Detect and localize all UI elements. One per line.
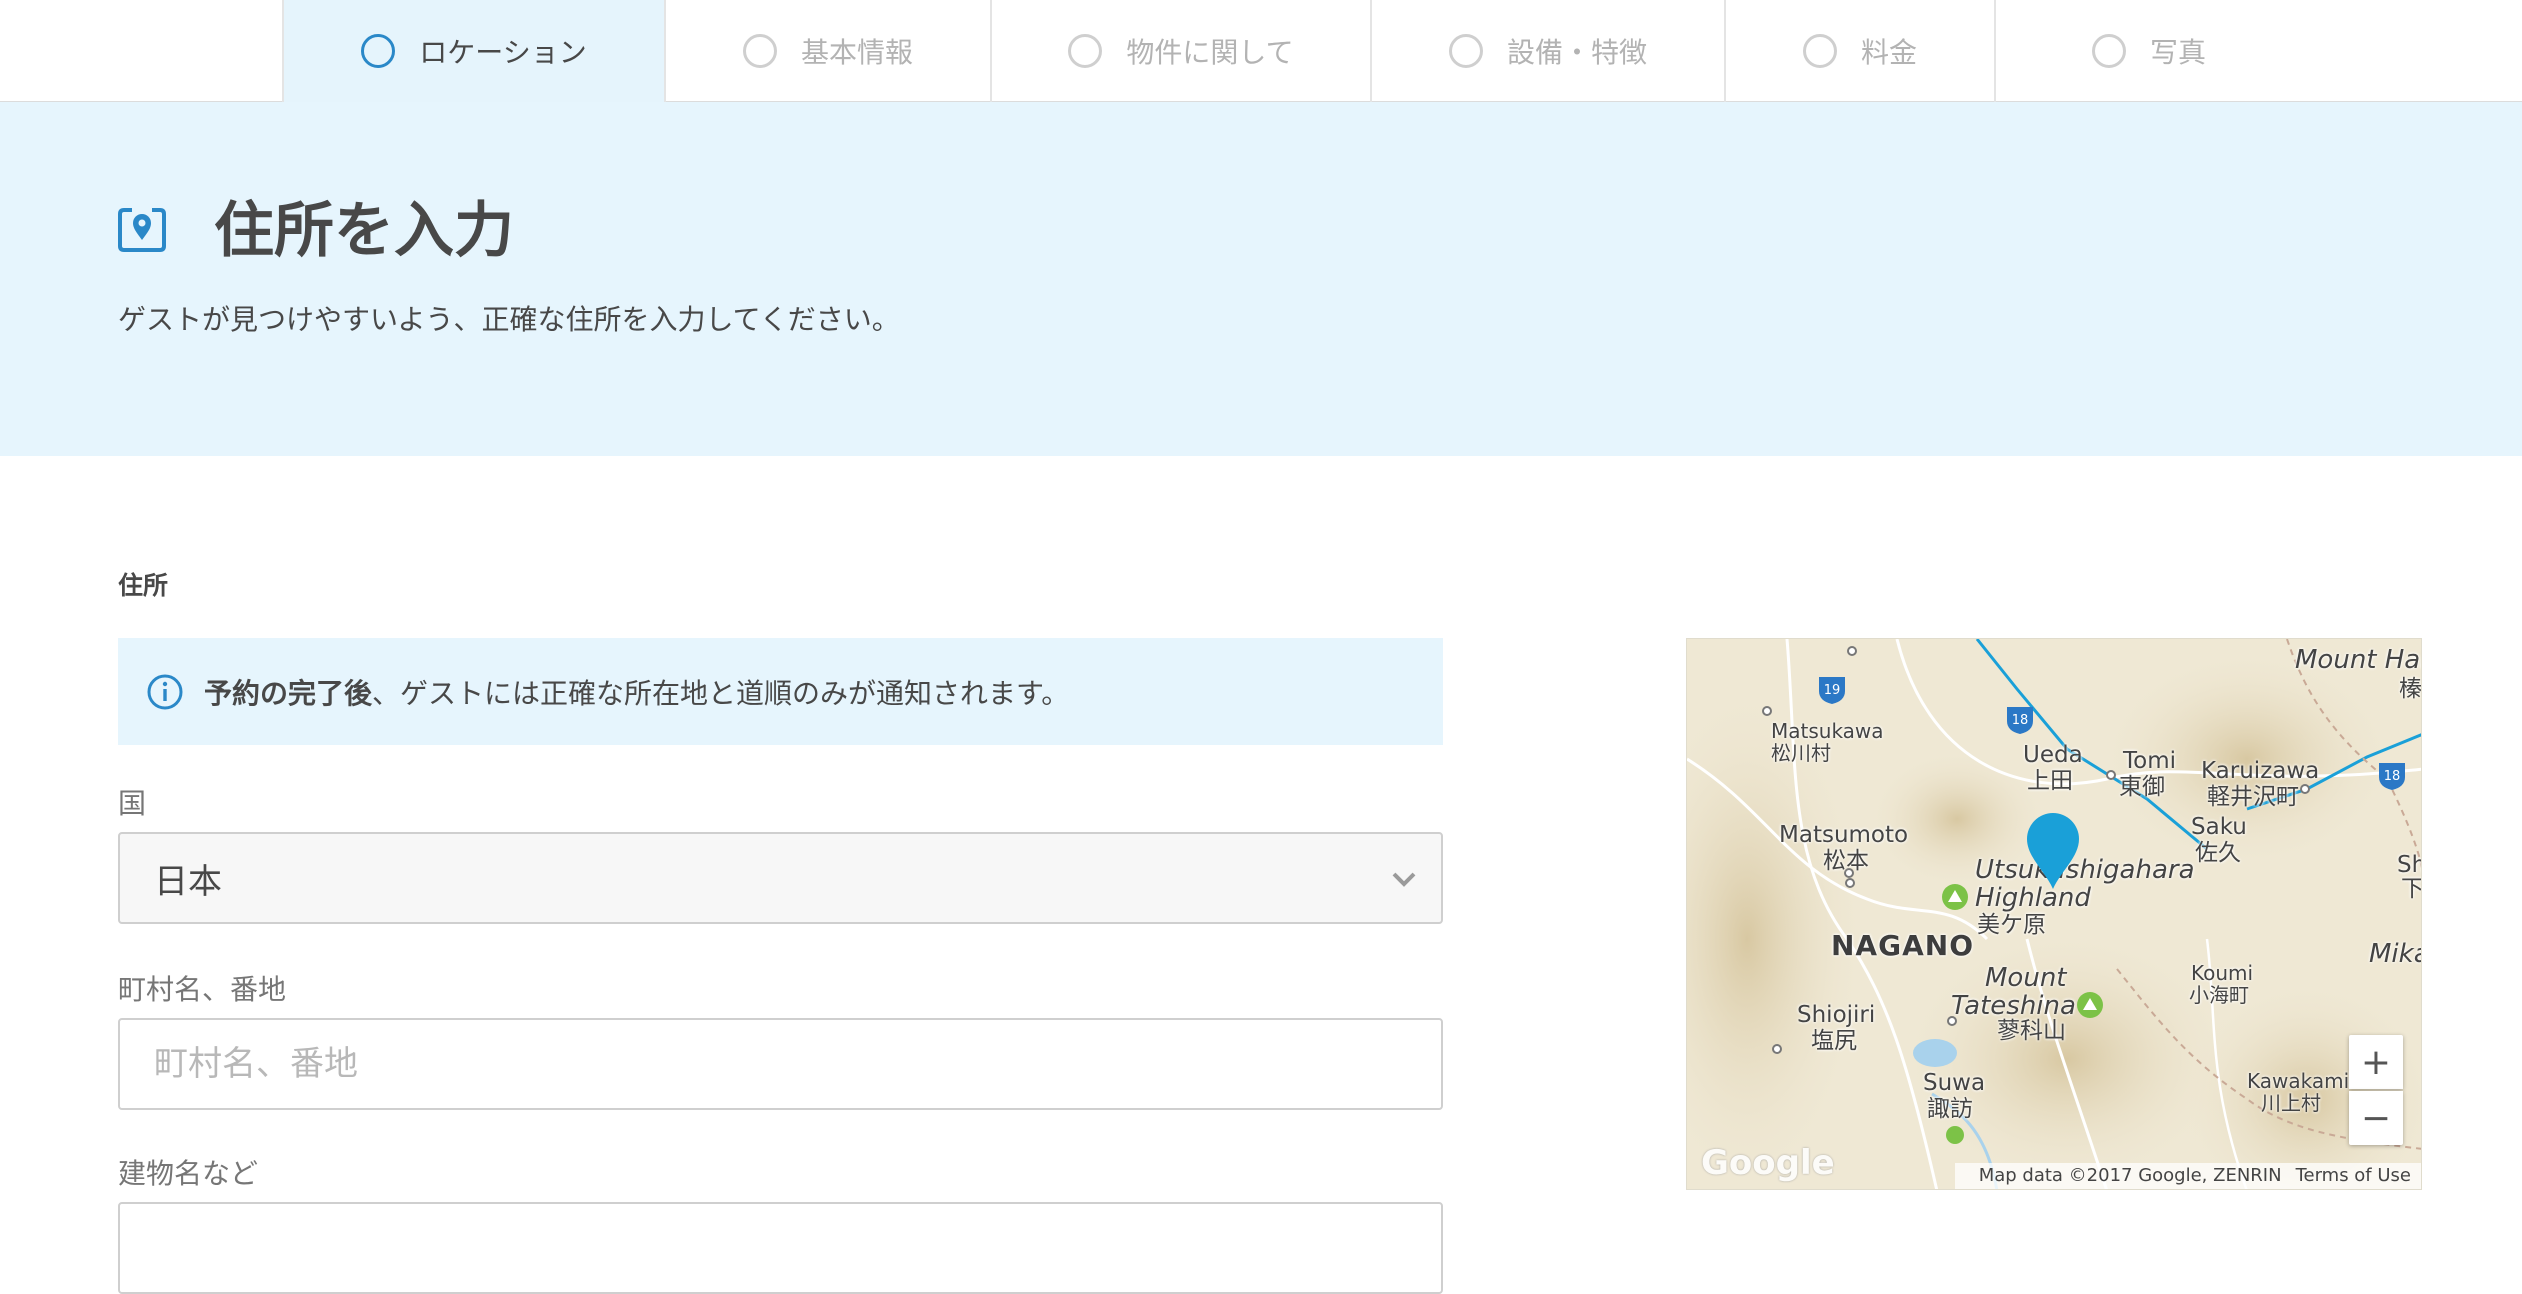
route-shield-label: 18: [2012, 713, 2029, 728]
notice-text: 予約の完了後、ゲストには正確な所在地と道順のみが通知されます。: [204, 672, 1069, 712]
step-status-icon: [361, 34, 396, 68]
map-label: Saku: [2191, 814, 2247, 840]
step-basic-info[interactable]: 基本情報: [666, 0, 992, 102]
map-label: Koumi: [2191, 961, 2254, 985]
step-label: 料金: [1860, 36, 1917, 69]
step-property[interactable]: 物件に関して: [992, 0, 1372, 102]
map-label: 諏訪: [1927, 1096, 1973, 1122]
map-label: Mount: [1985, 963, 2067, 993]
country-label: 国: [118, 787, 147, 820]
map-label: Mount Har: [2295, 645, 2422, 675]
step-status-icon: [1802, 34, 1837, 68]
map-label: 佐久: [2195, 840, 2241, 866]
step-photos[interactable]: 写真: [1996, 0, 2302, 102]
map-label: 軽井沢町: [2207, 784, 2299, 810]
map-label: Tomi: [2123, 748, 2177, 774]
address-section-label: 住所: [118, 571, 169, 600]
location-map[interactable]: 19 18 18 Mount Har 榛 Matsukawa 松川村 Ueda …: [1686, 638, 2422, 1190]
location-marker-icon[interactable]: [2025, 811, 2081, 891]
notice-bold-text: 予約の完了後: [204, 676, 373, 710]
country-select[interactable]: 日本: [118, 832, 1443, 924]
privacy-notice: 予約の完了後、ゲストには正確な所在地と道順のみが通知されます。: [118, 638, 1443, 745]
map-data-credit: Map data ©2017 Google, ZENRIN: [1978, 1165, 2282, 1186]
map-label: Tateshina: [1951, 991, 2076, 1021]
street-address-input[interactable]: [118, 1018, 1443, 1110]
map-label: 下: [2401, 876, 2422, 902]
map-label: 川上村: [2261, 1091, 2321, 1115]
chevron-down-icon: [1392, 872, 1416, 887]
building-input[interactable]: [118, 1202, 1443, 1294]
map-label: 小海町: [2189, 983, 2249, 1007]
map-label: Kawakami: [2247, 1069, 2350, 1093]
map-label: 塩尻: [1811, 1028, 1857, 1054]
notice-body-text: 、ゲストには正確な所在地と道順のみが通知されます。: [372, 676, 1070, 710]
page-subtitle: ゲストが見つけやすいよう、正確な住所を入力してください。: [118, 303, 900, 336]
map-label: 松川村: [1771, 741, 1831, 765]
step-label: 設備・特徴: [1506, 36, 1647, 69]
map-attribution: Map data ©2017 Google, ZENRIN Terms of Us…: [1954, 1163, 2421, 1189]
map-label: Suwa: [1923, 1070, 1986, 1096]
map-label: Ueda: [2023, 742, 2083, 768]
location-pin-icon: [118, 208, 166, 252]
route-18-icon: 18: [2377, 761, 2407, 791]
map-label: 松本: [1823, 848, 1869, 874]
map-label: NAGANO: [1831, 929, 1974, 962]
google-logo: Google: [1701, 1143, 1835, 1183]
map-label: Shiojiri: [1797, 1002, 1876, 1028]
step-location[interactable]: ロケーション: [282, 0, 666, 102]
route-shield-label: 18: [2384, 769, 2401, 784]
map-label: Shi: [2397, 852, 2421, 878]
map-label: 美ケ原: [1977, 912, 2046, 938]
map-label: 東御: [2119, 774, 2165, 800]
map-label: Matsumoto: [1779, 822, 1909, 848]
step-label: ロケーション: [419, 36, 587, 69]
step-pricing[interactable]: 料金: [1726, 0, 1996, 102]
step-label: 物件に関して: [1126, 36, 1294, 69]
page-title: 住所を入力: [214, 196, 514, 266]
building-label: 建物名など: [118, 1157, 259, 1190]
route-shield-label: 19: [1824, 683, 1841, 698]
step-status-icon: [1068, 34, 1103, 68]
step-status-icon: [742, 34, 777, 68]
map-label: 榛: [2399, 676, 2422, 702]
route-18-icon: 18: [2005, 705, 2035, 735]
step-status-icon: [1448, 34, 1483, 68]
map-label: 蓼科山: [1997, 1018, 2066, 1044]
street-label: 町村名、番地: [118, 973, 287, 1006]
terms-of-use-link[interactable]: Terms of Use: [2296, 1165, 2411, 1186]
country-value: 日本: [154, 861, 222, 902]
step-status-icon: [2091, 34, 2126, 68]
map-label: Utsukushigahara: [1975, 855, 2195, 885]
step-label: 写真: [2149, 36, 2206, 69]
map-label: Karuizawa: [2201, 758, 2320, 784]
step-amenities[interactable]: 設備・特徴: [1372, 0, 1726, 102]
route-19-icon: 19: [1817, 675, 1847, 705]
map-label: 上田: [2027, 768, 2073, 794]
page-header: 住所を入力 ゲストが見つけやすいよう、正確な住所を入力してください。: [0, 102, 2522, 456]
progress-stepper: ロケーション 基本情報 物件に関して 設備・特徴 料金 写真: [0, 0, 2522, 102]
step-label: 基本情報: [800, 36, 913, 69]
info-icon: [147, 674, 183, 709]
zoom-out-button[interactable]: −: [2349, 1091, 2403, 1145]
map-label: Mika: [2369, 939, 2421, 969]
map-label: Matsukawa: [1771, 719, 1884, 743]
zoom-in-button[interactable]: +: [2349, 1035, 2403, 1089]
